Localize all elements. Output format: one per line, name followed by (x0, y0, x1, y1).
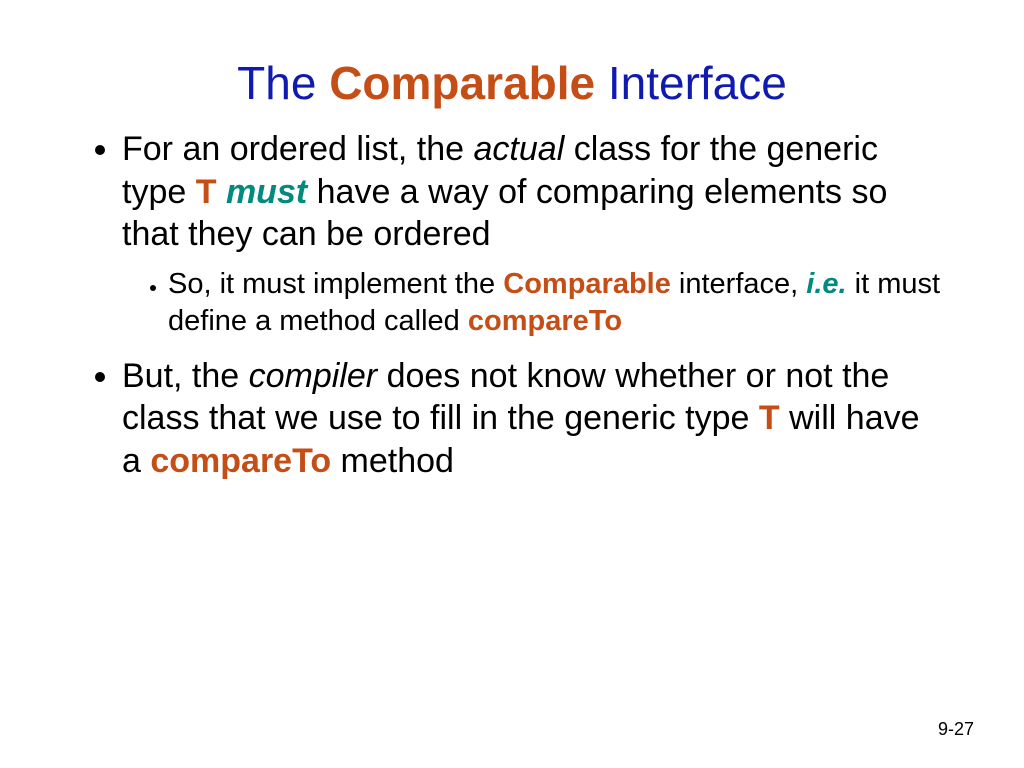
slide-title: The Comparable Interface (78, 56, 946, 110)
text-T: T (196, 173, 217, 211)
text-must: must (226, 173, 307, 211)
text-compareto: compareTo (150, 442, 331, 480)
text: method (331, 442, 454, 480)
page-number: 9-27 (938, 719, 974, 740)
title-word-the: The (237, 57, 329, 109)
title-word-interface: Interface (595, 57, 787, 109)
text (217, 173, 226, 211)
text: interface, (671, 268, 806, 300)
bullet-list: For an ordered list, the actual class fo… (78, 128, 946, 482)
slide: The Comparable Interface For an ordered … (0, 0, 1024, 768)
text-compiler: compiler (249, 357, 377, 395)
text-actual: actual (474, 130, 565, 168)
text: For an ordered list, the (122, 130, 474, 168)
text: So, it must implement the (168, 268, 503, 300)
text-compareto: compareTo (468, 305, 622, 337)
title-word-comparable: Comparable (329, 57, 595, 109)
text-T: T (759, 399, 780, 437)
text: But, the (122, 357, 249, 395)
sub-list: So, it must implement the Comparable int… (122, 266, 946, 341)
bullet-1: For an ordered list, the actual class fo… (122, 128, 946, 341)
text-comparable: Comparable (503, 268, 671, 300)
bullet-2: But, the compiler does not know whether … (122, 355, 946, 483)
sub-bullet-1: So, it must implement the Comparable int… (168, 266, 946, 341)
text-ie: i.e. (806, 268, 846, 300)
